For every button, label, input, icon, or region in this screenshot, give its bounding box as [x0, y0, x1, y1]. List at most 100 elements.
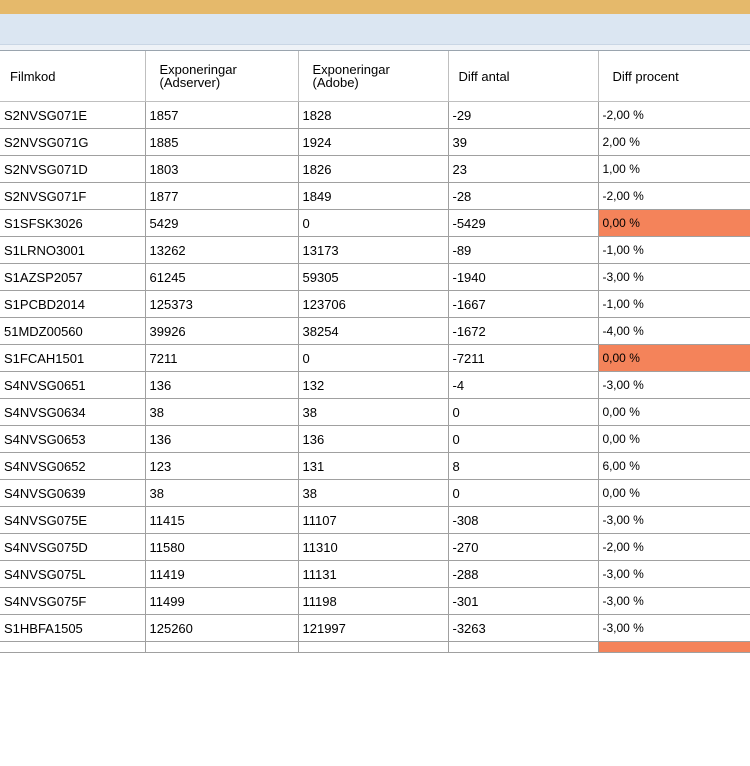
- cell-adobe[interactable]: 123706: [298, 290, 449, 318]
- cell-adserver[interactable]: 39926: [145, 317, 299, 345]
- cell-diff-antal[interactable]: -288: [448, 560, 599, 588]
- table-row[interactable]: S4NVSG0651 136 132 -4 -3,00 %: [0, 371, 750, 399]
- table-row[interactable]: S1SFSK3026 5429 0 -5429 0,00 %: [0, 209, 750, 237]
- cell-diff-antal[interactable]: -89: [448, 236, 599, 264]
- cell-diff-procent[interactable]: 0,00 %: [598, 398, 750, 426]
- table-row[interactable]: S2NVSG071F 1877 1849 -28 -2,00 %: [0, 182, 750, 210]
- table-row[interactable]: S2NVSG071E 1857 1828 -29 -2,00 %: [0, 101, 750, 129]
- cell-filmkod[interactable]: S1LRNO3001: [0, 236, 146, 264]
- cell-filmkod[interactable]: S4NVSG075F: [0, 587, 146, 615]
- cell-adserver[interactable]: 125260: [145, 614, 299, 642]
- cell-adserver[interactable]: 1885: [145, 128, 299, 156]
- cell-adserver[interactable]: 136: [145, 371, 299, 399]
- cell-diff-antal[interactable]: -301: [448, 587, 599, 615]
- cell-diff-antal[interactable]: 0: [448, 425, 599, 453]
- cell-diff-procent[interactable]: -3,00 %: [598, 614, 750, 642]
- table-row[interactable]: S1PCBD2014 125373 123706 -1667 -1,00 %: [0, 290, 750, 318]
- cell-adobe[interactable]: 38254: [298, 317, 449, 345]
- cell-filmkod[interactable]: S1PCBD2014: [0, 290, 146, 318]
- cell-diff-procent[interactable]: -3,00 %: [598, 263, 750, 291]
- cell-partial[interactable]: [448, 641, 599, 653]
- cell-filmkod[interactable]: S1AZSP2057: [0, 263, 146, 291]
- cell-adserver[interactable]: 1877: [145, 182, 299, 210]
- cell-adobe[interactable]: 11131: [298, 560, 449, 588]
- cell-adobe[interactable]: 1924: [298, 128, 449, 156]
- cell-adobe[interactable]: 131: [298, 452, 449, 480]
- cell-partial[interactable]: [298, 641, 449, 653]
- table-row[interactable]: S2NVSG071G 1885 1924 39 2,00 %: [0, 128, 750, 156]
- cell-adserver[interactable]: 11499: [145, 587, 299, 615]
- cell-diff-procent[interactable]: -3,00 %: [598, 587, 750, 615]
- table-row[interactable]: S1AZSP2057 61245 59305 -1940 -3,00 %: [0, 263, 750, 291]
- cell-diff-procent[interactable]: 0,00 %: [598, 425, 750, 453]
- cell-adobe[interactable]: 1826: [298, 155, 449, 183]
- cell-filmkod[interactable]: S4NVSG0652: [0, 452, 146, 480]
- table-row[interactable]: S4NVSG0652 123 131 8 6,00 %: [0, 452, 750, 480]
- cell-diff-procent[interactable]: -3,00 %: [598, 560, 750, 588]
- cell-diff-antal[interactable]: -3263: [448, 614, 599, 642]
- table-row[interactable]: S1LRNO3001 13262 13173 -89 -1,00 %: [0, 236, 750, 264]
- table-row-partial[interactable]: [0, 641, 750, 653]
- cell-diff-antal[interactable]: -1667: [448, 290, 599, 318]
- cell-adobe[interactable]: 0: [298, 209, 449, 237]
- cell-diff-antal[interactable]: -29: [448, 101, 599, 129]
- cell-adserver[interactable]: 125373: [145, 290, 299, 318]
- cell-filmkod[interactable]: S4NVSG0634: [0, 398, 146, 426]
- cell-filmkod[interactable]: S1HBFA1505: [0, 614, 146, 642]
- cell-adserver[interactable]: 7211: [145, 344, 299, 372]
- cell-diff-antal[interactable]: -308: [448, 506, 599, 534]
- table-row[interactable]: S1FCAH1501 7211 0 -7211 0,00 %: [0, 344, 750, 372]
- cell-adserver[interactable]: 123: [145, 452, 299, 480]
- cell-diff-procent[interactable]: 0,00 %: [598, 344, 750, 372]
- cell-diff-procent[interactable]: -2,00 %: [598, 533, 750, 561]
- cell-diff-procent[interactable]: -4,00 %: [598, 317, 750, 345]
- cell-filmkod[interactable]: 51MDZ00560: [0, 317, 146, 345]
- cell-adserver[interactable]: 1857: [145, 101, 299, 129]
- cell-adobe[interactable]: 11107: [298, 506, 449, 534]
- column-header-adobe[interactable]: Exponeringar (Adobe): [298, 51, 449, 102]
- cell-diff-antal[interactable]: -270: [448, 533, 599, 561]
- table-row[interactable]: S1HBFA1505 125260 121997 -3263 -3,00 %: [0, 614, 750, 642]
- table-row[interactable]: S4NVSG0639 38 38 0 0,00 %: [0, 479, 750, 507]
- cell-diff-antal[interactable]: 39: [448, 128, 599, 156]
- cell-adserver[interactable]: 38: [145, 398, 299, 426]
- cell-adserver[interactable]: 13262: [145, 236, 299, 264]
- cell-diff-antal[interactable]: -4: [448, 371, 599, 399]
- cell-filmkod[interactable]: S4NVSG075E: [0, 506, 146, 534]
- table-row[interactable]: S2NVSG071D 1803 1826 23 1,00 %: [0, 155, 750, 183]
- cell-diff-procent[interactable]: -1,00 %: [598, 290, 750, 318]
- cell-filmkod[interactable]: S2NVSG071F: [0, 182, 146, 210]
- cell-adserver[interactable]: 38: [145, 479, 299, 507]
- cell-partial[interactable]: [598, 641, 750, 653]
- cell-filmkod[interactable]: S4NVSG0651: [0, 371, 146, 399]
- table-row[interactable]: 51MDZ00560 39926 38254 -1672 -4,00 %: [0, 317, 750, 345]
- cell-diff-antal[interactable]: -5429: [448, 209, 599, 237]
- cell-adserver[interactable]: 5429: [145, 209, 299, 237]
- cell-diff-antal[interactable]: -28: [448, 182, 599, 210]
- cell-adobe[interactable]: 13173: [298, 236, 449, 264]
- cell-diff-procent[interactable]: 0,00 %: [598, 479, 750, 507]
- cell-adobe[interactable]: 1828: [298, 101, 449, 129]
- table-row[interactable]: S4NVSG075F 11499 11198 -301 -3,00 %: [0, 587, 750, 615]
- cell-adserver[interactable]: 1803: [145, 155, 299, 183]
- cell-adobe[interactable]: 11310: [298, 533, 449, 561]
- cell-diff-antal[interactable]: 23: [448, 155, 599, 183]
- cell-adobe[interactable]: 38: [298, 398, 449, 426]
- cell-adobe[interactable]: 132: [298, 371, 449, 399]
- cell-diff-procent[interactable]: -2,00 %: [598, 182, 750, 210]
- column-header-adserver[interactable]: Exponeringar (Adserver): [145, 51, 299, 102]
- cell-diff-antal[interactable]: -1672: [448, 317, 599, 345]
- cell-diff-procent[interactable]: 1,00 %: [598, 155, 750, 183]
- cell-adobe[interactable]: 0: [298, 344, 449, 372]
- cell-adserver[interactable]: 136: [145, 425, 299, 453]
- cell-filmkod[interactable]: S2NVSG071D: [0, 155, 146, 183]
- cell-adobe[interactable]: 59305: [298, 263, 449, 291]
- cell-diff-procent[interactable]: -3,00 %: [598, 506, 750, 534]
- table-row[interactable]: S4NVSG075L 11419 11131 -288 -3,00 %: [0, 560, 750, 588]
- cell-filmkod[interactable]: S4NVSG0639: [0, 479, 146, 507]
- cell-filmkod[interactable]: S1SFSK3026: [0, 209, 146, 237]
- cell-filmkod[interactable]: S2NVSG071G: [0, 128, 146, 156]
- cell-diff-procent[interactable]: 2,00 %: [598, 128, 750, 156]
- cell-adobe[interactable]: 136: [298, 425, 449, 453]
- data-grid[interactable]: Filmkod Exponeringar (Adserver) Exponeri…: [0, 50, 750, 766]
